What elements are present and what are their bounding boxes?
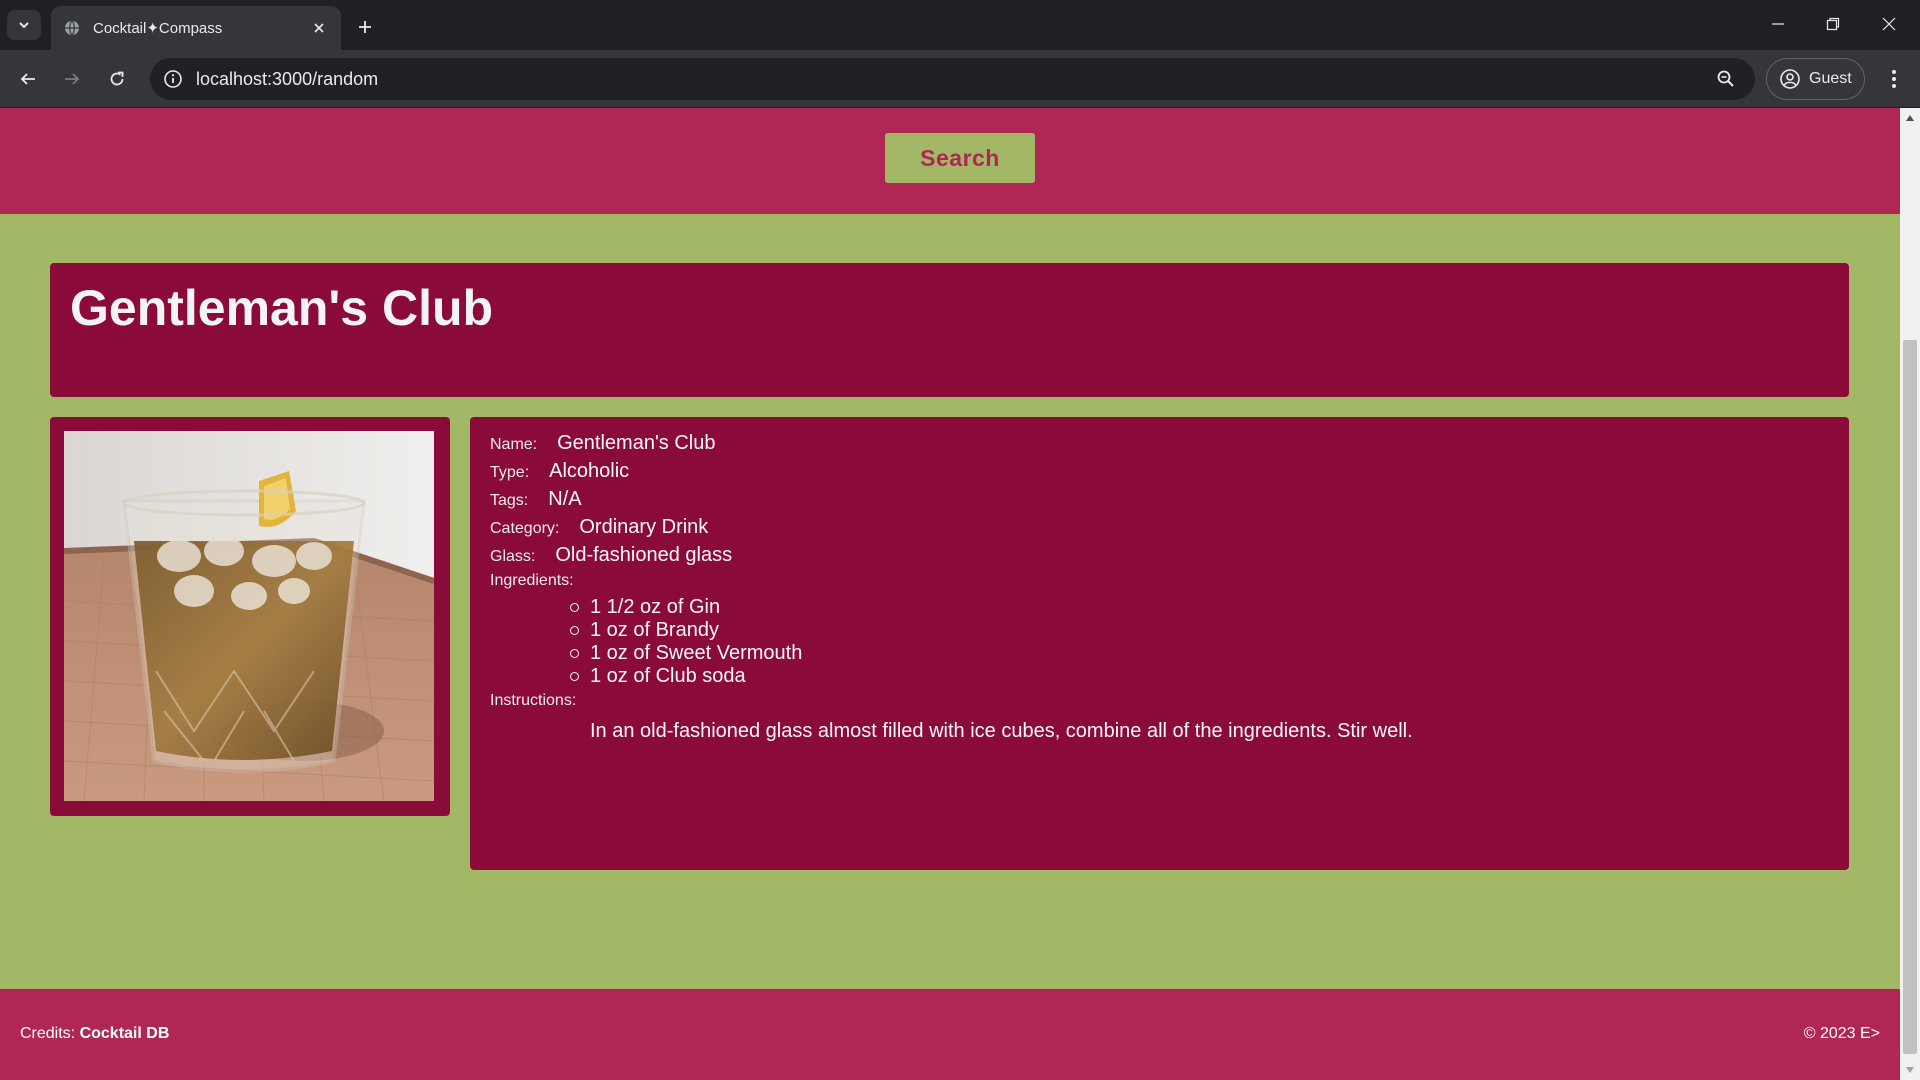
category-value: Ordinary Drink [579,516,709,538]
type-label: Type: [490,464,530,481]
new-tab-button[interactable] [350,12,380,42]
forward-button[interactable] [56,63,88,95]
close-window-button[interactable] [1862,4,1916,44]
reload-icon [110,71,124,86]
detail-row-glass: Glass: Old-fashioned glass [490,544,1829,572]
detail-row-type: Type: Alcoholic [490,460,1829,488]
footer: Credits: Cocktail DB © 2023 E> [0,989,1900,1080]
globe-icon [63,19,81,37]
copyright: © 2023 E> [1803,1025,1880,1042]
page: Search Gentleman's Club Name: Gentleman'… [0,108,1900,1080]
browser-tab-bar: Cocktail✦Compass [0,0,1920,50]
credits-source-link[interactable]: Cocktail DB [80,1025,170,1042]
vertical-scrollbar[interactable] [1900,108,1920,1080]
scroll-down-arrow[interactable] [1900,1060,1920,1080]
detail-row-tags: Tags: N/A [490,488,1829,516]
instructions-label: Instructions: [490,692,577,709]
detail-row-category: Category: Ordinary Drink [490,516,1829,544]
close-icon [1882,17,1896,31]
drink-details-card: Name: Gentleman's Club Type: Alcoholic T… [470,417,1849,870]
browser-toolbar: localhost:3000/random Guest [0,50,1920,108]
restore-icon [1826,17,1840,31]
tags-value: N/A [548,488,582,510]
search-button[interactable]: Search [885,133,1035,183]
profile-label: Guest [1809,70,1852,87]
minimize-icon [1772,23,1784,25]
credits-prefix: Credits: [20,1025,76,1042]
minimize-button[interactable] [1751,4,1805,44]
name-value: Gentleman's Club [557,432,716,454]
tags-label: Tags: [490,492,529,509]
back-button[interactable] [12,63,44,95]
browser-menu-button[interactable] [1878,63,1910,95]
info-icon[interactable] [162,68,184,90]
profile-button[interactable]: Guest [1766,58,1865,100]
caret-down-icon [1906,1067,1914,1073]
tab-search-button[interactable] [7,10,41,40]
drink-image-card [50,417,450,816]
tab-title: Cocktail✦Compass [93,20,223,37]
arrow-left-icon [20,73,35,85]
ingredient-item: 1 1/2 oz of Gin [570,596,1829,619]
search-section: Search [0,108,1900,214]
scroll-up-arrow[interactable] [1900,108,1920,128]
credits: Credits: Cocktail DB [20,1025,169,1043]
glass-label: Glass: [490,548,536,565]
scrollbar-thumb[interactable] [1903,340,1917,1054]
caret-up-icon [1906,115,1914,121]
ingredients-label: Ingredients: [490,572,574,589]
url-text[interactable]: localhost:3000/random [196,69,1711,90]
drink-title-card: Gentleman's Club [50,263,1849,397]
arrow-right-icon [65,73,80,85]
restore-button[interactable] [1806,4,1860,44]
more-vertical-icon [1892,70,1896,88]
detail-row-name: Name: Gentleman's Club [490,432,1829,460]
chevron-down-icon [19,22,29,29]
address-bar[interactable]: localhost:3000/random [150,58,1755,100]
category-label: Category: [490,520,560,537]
zoom-icon[interactable] [1711,64,1741,94]
account-icon [1780,69,1800,89]
instructions-text: In an old-fashioned glass almost filled … [590,720,1413,742]
type-value: Alcoholic [549,460,630,482]
ingredient-item: 1 oz of Brandy [570,619,1829,642]
name-label: Name: [490,436,538,453]
ingredient-item: 1 oz of Sweet Vermouth [570,642,1829,665]
reload-button[interactable] [101,63,133,95]
page-viewport: Search Gentleman's Club Name: Gentleman'… [0,108,1920,1080]
plus-icon [359,21,371,33]
browser-tab[interactable]: Cocktail✦Compass [51,6,341,50]
ingredient-item: 1 oz of Club soda [570,665,1829,688]
drink-title: Gentleman's Club [70,280,494,336]
close-tab-icon[interactable] [309,18,329,38]
glass-value: Old-fashioned glass [555,544,733,566]
drink-photo [64,431,434,801]
ingredients-list: 1 1/2 oz of Gin 1 oz of Brandy 1 oz of S… [570,596,1829,688]
